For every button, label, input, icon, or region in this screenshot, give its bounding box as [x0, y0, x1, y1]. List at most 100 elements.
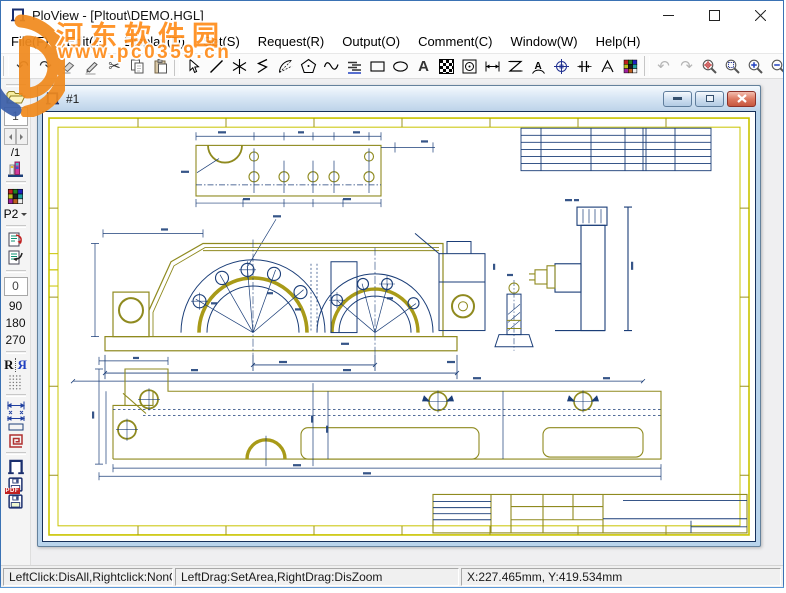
drawing-window[interactable]: #1 — [37, 85, 761, 547]
menu-set[interactable]: Set(S) — [194, 31, 249, 52]
pen-set-dropdown[interactable]: P2 — [4, 206, 28, 222]
dim-angle-button[interactable] — [596, 55, 619, 78]
rotation-field[interactable]: 0 — [4, 277, 28, 296]
toolbar: ↶ ↷ ✂ A — [1, 53, 783, 79]
page-stepper — [4, 128, 28, 145]
paste-button[interactable] — [149, 55, 172, 78]
top-view — [196, 132, 435, 266]
maximize-button[interactable] — [691, 1, 737, 29]
page-prev-button[interactable] — [4, 128, 16, 145]
undo-button[interactable]: ↶ — [11, 55, 34, 78]
rotate-180-button[interactable]: 180 — [5, 314, 25, 331]
toolbar-separator — [644, 56, 650, 76]
page-number-field[interactable]: 1 — [4, 107, 28, 126]
new-window-button[interactable] — [3, 458, 29, 476]
draw-polygon-button[interactable] — [297, 55, 320, 78]
menu-request[interactable]: Request(R) — [249, 31, 333, 52]
close-button[interactable] — [737, 1, 783, 29]
draw-rectangle-button[interactable] — [366, 55, 389, 78]
draw-text-button[interactable]: A — [412, 55, 435, 78]
zoom-out-button[interactable] — [767, 55, 783, 78]
toolbar-separator — [174, 56, 180, 76]
rotate-270-button[interactable]: 270 — [5, 331, 25, 348]
frame-ticks — [49, 118, 749, 535]
file-convert-all-button[interactable] — [3, 249, 29, 267]
color-palette-button[interactable] — [619, 55, 642, 78]
app-icon — [10, 7, 26, 23]
grid-dots-button[interactable] — [3, 373, 29, 391]
minimize-button[interactable] — [645, 1, 691, 29]
save-pdf-button[interactable]: PDF — [3, 476, 29, 493]
menu-comment[interactable]: Comment(C) — [409, 31, 501, 52]
measure-area-button[interactable] — [3, 415, 29, 431]
draw-ellipse-button[interactable] — [389, 55, 412, 78]
toolbar-grip — [3, 56, 9, 76]
titlebar: PloView - [Pltout\DEMO.HGL] — [1, 1, 783, 29]
title-block — [433, 494, 747, 532]
view-redo-button[interactable]: ↷ — [675, 55, 698, 78]
menu-edit[interactable]: Edit(E) — [58, 31, 116, 52]
draw-arc-button[interactable] — [274, 55, 297, 78]
menu-window[interactable]: Window(W) — [501, 31, 586, 52]
child-close-button[interactable] — [727, 91, 756, 107]
sidebar-grip — [6, 270, 26, 273]
draw-circle-mark-button[interactable] — [458, 55, 481, 78]
statusbar: LeftClick:DisAll,Rightclick:NonOpe LeftD… — [1, 565, 783, 587]
draw-line-button[interactable] — [205, 55, 228, 78]
save-file-button[interactable] — [3, 493, 29, 510]
rotate-90-button[interactable]: 90 — [9, 297, 22, 314]
revision-table — [521, 128, 711, 170]
measure-distance-button[interactable] — [3, 400, 29, 415]
detail-view-aa — [495, 280, 533, 351]
copy-button[interactable] — [126, 55, 149, 78]
dim-z-button[interactable] — [504, 55, 527, 78]
zoom-area-button[interactable] — [721, 55, 744, 78]
erase-button[interactable] — [57, 55, 80, 78]
select-cursor-button[interactable] — [182, 55, 205, 78]
status-drag-mode: LeftDrag:SetArea,RightDrag:DisZoom — [175, 568, 459, 586]
child-restore-button[interactable] — [695, 91, 724, 107]
draw-point-star-button[interactable] — [228, 55, 251, 78]
snap-crosshair-button[interactable] — [550, 55, 573, 78]
measure-length-path-button[interactable] — [3, 431, 29, 449]
sidebar-grip — [6, 84, 26, 87]
menu-output[interactable]: Output(O) — [333, 31, 409, 52]
drawing-window-titlebar[interactable]: #1 — [38, 86, 760, 111]
mirror-button[interactable]: R Я — [4, 357, 27, 373]
redo-button[interactable]: ↷ — [34, 55, 57, 78]
open-file-button[interactable] — [3, 90, 29, 106]
drawing-window-icon — [45, 91, 60, 106]
drawing-canvas[interactable] — [42, 111, 756, 542]
menu-help[interactable]: Help(H) — [587, 31, 650, 52]
sidebar-grip — [6, 452, 26, 455]
menu-file[interactable]: File(F) — [2, 31, 58, 52]
status-click-mode: LeftClick:DisAll,Rightclick:NonOpe — [3, 568, 173, 586]
child-minimize-button[interactable] — [663, 91, 692, 107]
sidebar-grip — [6, 181, 26, 184]
bottom-view — [95, 357, 661, 480]
dim-horizontal-button[interactable] — [481, 55, 504, 78]
draw-freehand-button[interactable] — [320, 55, 343, 78]
draw-polyline-button[interactable] — [251, 55, 274, 78]
mirror-axis-icon — [15, 358, 16, 372]
edit-pen-button[interactable] — [80, 55, 103, 78]
file-convert-button[interactable] — [3, 231, 29, 249]
draw-fill-pattern-button[interactable] — [435, 55, 458, 78]
view-undo-button[interactable]: ↶ — [652, 55, 675, 78]
pen-palette-button[interactable] — [3, 187, 29, 206]
zoom-in-button[interactable] — [744, 55, 767, 78]
cut-button[interactable]: ✂ — [103, 55, 126, 78]
ploview-window: 河东软件园 www.pc0359.cn PloView - [Pltout\DE… — [0, 0, 784, 588]
page-layout-button[interactable] — [3, 160, 29, 178]
sidebar-grip — [6, 225, 26, 228]
mdi-area: #1 — [31, 79, 783, 565]
draw-hatch-lines-button[interactable] — [343, 55, 366, 78]
left-sidebar: 1 /1 P2 0 90 180 270 — [1, 79, 31, 565]
chevron-down-icon — [21, 213, 27, 219]
dim-angle-text-button[interactable]: A — [527, 55, 550, 78]
dim-parallel-button[interactable] — [573, 55, 596, 78]
zoom-point-button[interactable] — [698, 55, 721, 78]
side-view — [529, 207, 632, 330]
menu-display[interactable]: Display(D) — [115, 31, 194, 52]
page-next-button[interactable] — [16, 128, 28, 145]
